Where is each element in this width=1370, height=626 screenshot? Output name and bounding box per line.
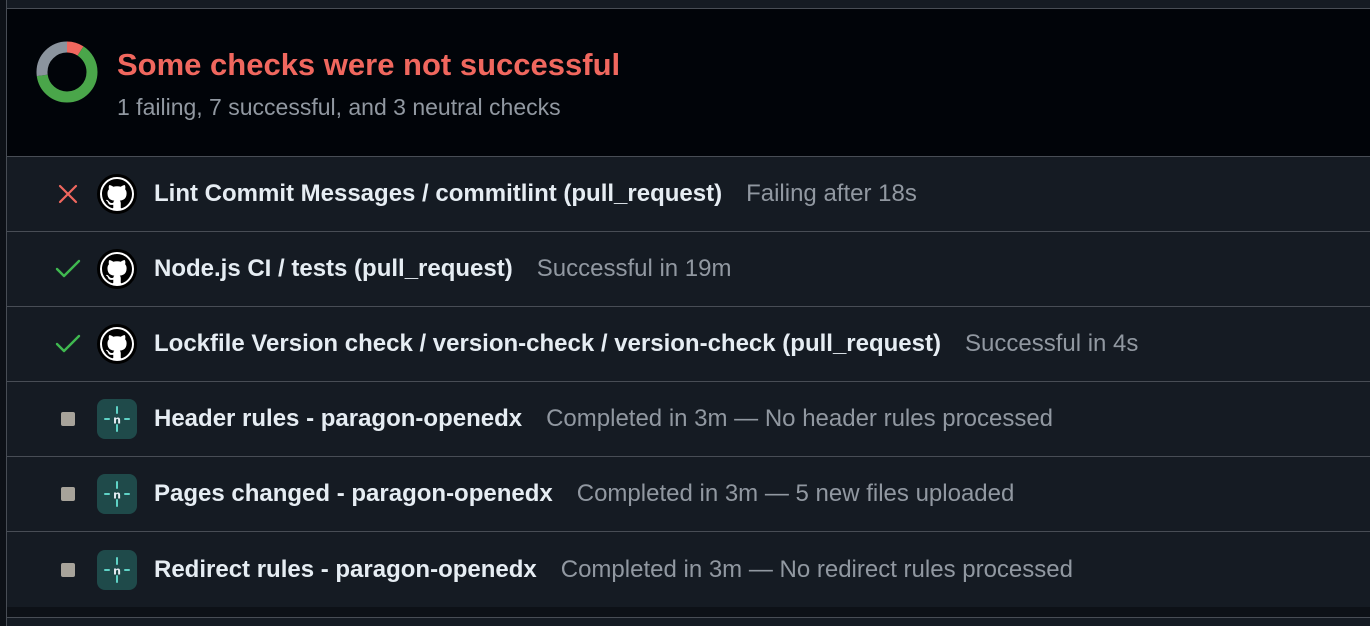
checks-summary-header[interactable]: Some checks were not successful 1 failin… xyxy=(7,9,1370,157)
check-detail: Completed in 3m — No header rules proces… xyxy=(546,405,1054,432)
github-icon xyxy=(97,324,137,364)
check-name[interactable]: Redirect rules - paragon-openedx xyxy=(154,556,537,584)
square-icon xyxy=(61,562,75,577)
check-status xyxy=(48,487,88,501)
check-status xyxy=(48,412,88,426)
check-name[interactable]: Lockfile Version check / version-check /… xyxy=(154,330,941,358)
check-name[interactable]: Node.js CI / tests (pull_request) xyxy=(154,255,513,283)
check-row-6[interactable]: n Redirect rules - paragon-openedx Compl… xyxy=(7,532,1370,607)
check-row-2[interactable]: Node.js CI / tests (pull_request) Succes… xyxy=(7,232,1370,307)
github-icon xyxy=(97,174,137,214)
square-icon xyxy=(61,412,75,426)
check-row-1[interactable]: Lint Commit Messages / commitlint (pull_… xyxy=(7,157,1370,232)
check-name[interactable]: Header rules - paragon-openedx xyxy=(154,405,522,433)
checks-status-donut-icon xyxy=(36,41,98,103)
check-status xyxy=(48,333,88,355)
square-icon xyxy=(61,487,75,501)
svg-text:n: n xyxy=(113,414,121,427)
check-name[interactable]: Lint Commit Messages / commitlint (pull_… xyxy=(154,180,722,208)
check-name[interactable]: Pages changed - paragon-openedx xyxy=(154,480,553,508)
check-detail: Failing after 18s xyxy=(746,180,917,207)
check-detail: Successful in 4s xyxy=(964,330,1139,357)
github-icon xyxy=(97,249,137,289)
netlify-icon: n xyxy=(97,549,137,590)
check-detail: Completed in 3m — 5 new files uploaded xyxy=(576,480,1015,507)
check-detail: Successful in 19m xyxy=(536,255,732,282)
checks-panel: Some checks were not successful 1 failin… xyxy=(6,8,1370,618)
svg-text:n: n xyxy=(113,489,121,502)
svg-text:n: n xyxy=(113,564,121,577)
x-icon xyxy=(58,184,78,204)
check-status xyxy=(48,258,88,280)
check-detail: Completed in 3m — No redirect rules proc… xyxy=(560,555,1073,583)
check-row-5[interactable]: n Pages changed - paragon-openedx Comple… xyxy=(7,457,1370,532)
checks-summary-subtitle: 1 failing, 7 successful, and 3 neutral c… xyxy=(117,94,561,120)
netlify-icon: n xyxy=(97,474,137,514)
check-list: Lint Commit Messages / commitlint (pull_… xyxy=(7,157,1370,607)
check-status xyxy=(48,184,88,204)
checks-summary-title: Some checks were not successful xyxy=(117,47,621,82)
check-icon xyxy=(55,333,81,355)
check-row-3[interactable]: Lockfile Version check / version-check /… xyxy=(7,307,1370,382)
check-row-4[interactable]: n Header rules - paragon-openedx Complet… xyxy=(7,382,1370,457)
check-icon xyxy=(55,258,81,280)
previous-section-edge xyxy=(6,0,1370,8)
netlify-icon: n xyxy=(97,399,137,439)
next-section-edge xyxy=(6,618,1370,626)
check-status xyxy=(48,562,88,577)
